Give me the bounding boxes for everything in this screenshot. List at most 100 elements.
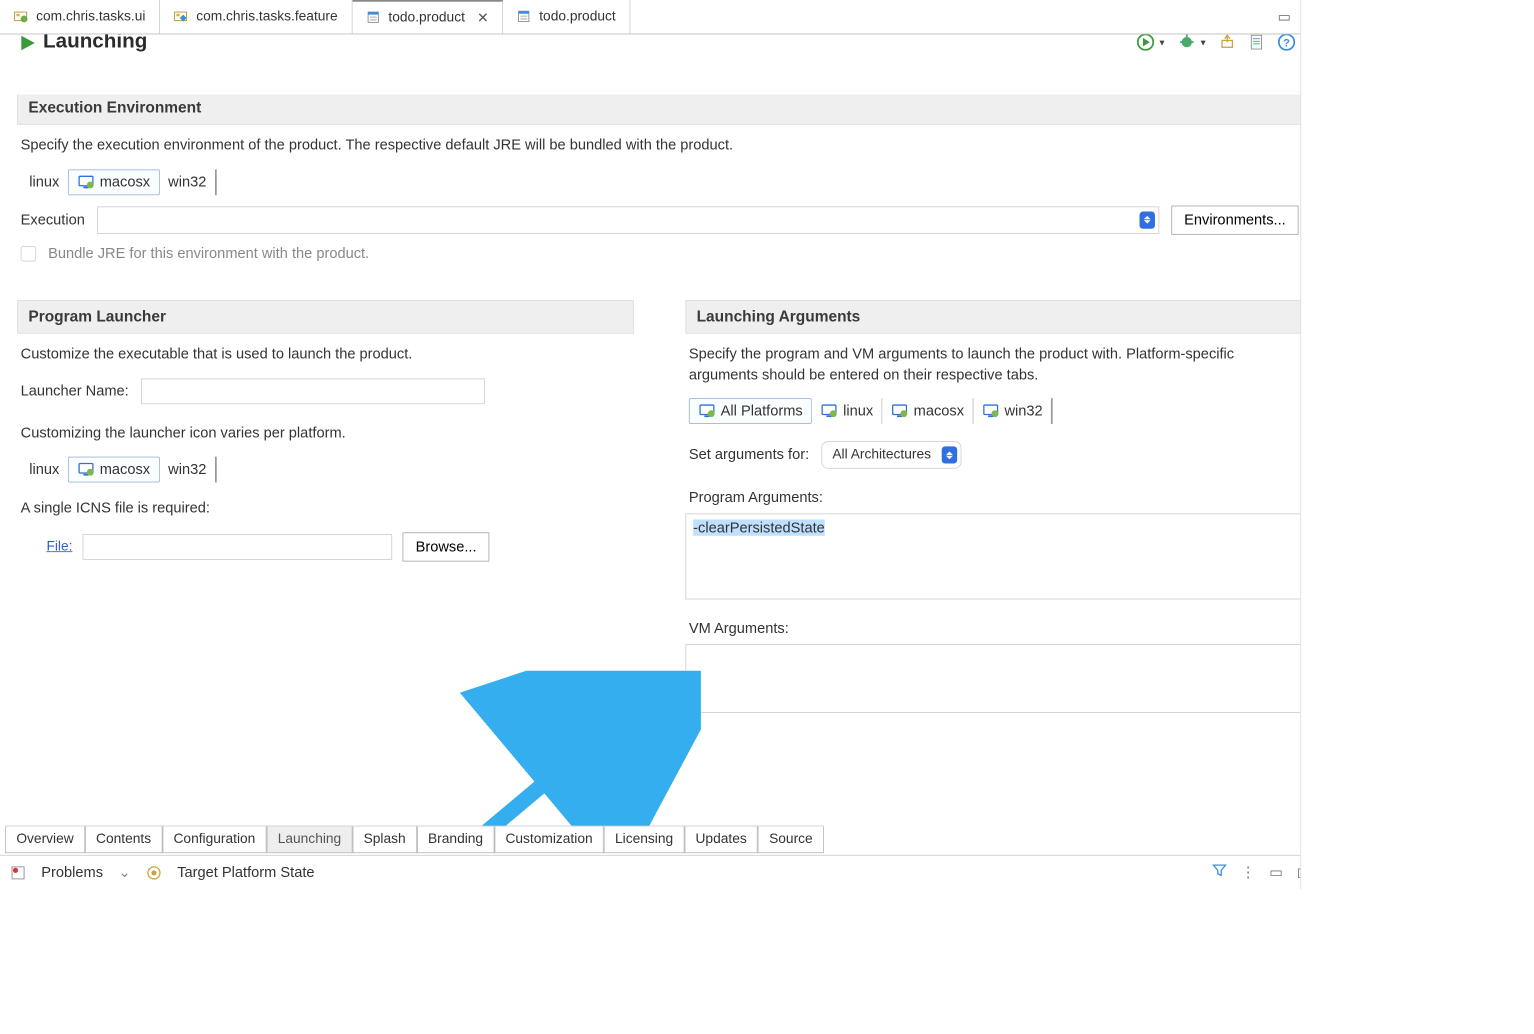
editor-tab-label: todo.product: [539, 9, 615, 24]
minimize-icon[interactable]: ▭: [1278, 8, 1291, 25]
tab-configuration[interactable]: Configuration: [162, 826, 266, 853]
os-tab-macosx[interactable]: macosx: [68, 169, 160, 195]
plugin-icon: [14, 9, 29, 24]
os-tab-macosx[interactable]: macosx: [68, 457, 160, 483]
close-icon[interactable]: ✕: [477, 9, 489, 26]
program-args-textarea[interactable]: -clearPersistedState: [685, 514, 1302, 600]
tab-customization[interactable]: Customization: [494, 826, 604, 853]
target-icon: [146, 865, 161, 880]
tab-licensing[interactable]: Licensing: [604, 826, 685, 853]
platform-tab-label: linux: [843, 403, 873, 420]
monitor-icon: [821, 404, 838, 419]
platform-tab-label: All Platforms: [721, 403, 803, 420]
monitor-icon: [698, 404, 715, 419]
vm-args-textarea[interactable]: [685, 644, 1302, 713]
execution-combo[interactable]: [97, 206, 1159, 234]
editor-tab-ui[interactable]: com.chris.tasks.ui: [0, 0, 160, 34]
tab-launching[interactable]: Launching: [267, 826, 353, 853]
page-toolbar: ▼ ▼: [1137, 34, 1302, 52]
platform-tab-all[interactable]: All Platforms: [689, 399, 812, 425]
os-tab-label: macosx: [100, 461, 150, 478]
tab-source[interactable]: Source: [758, 826, 824, 853]
product-icon: [366, 10, 381, 25]
run-button[interactable]: [1137, 34, 1154, 52]
view-menu-icon[interactable]: ⋮: [1241, 864, 1256, 881]
launcher-icon-note: Customizing the launcher icon varies per…: [21, 423, 631, 443]
vm-args-label: VM Arguments:: [689, 620, 1299, 637]
tab-overview[interactable]: Overview: [5, 826, 85, 853]
views-bar: Problems ⌄ Target Platform State ⋮ ▭ ◻: [0, 855, 1319, 889]
editor-tab-bar: com.chris.tasks.ui com.chris.tasks.featu…: [0, 0, 1319, 34]
os-tab-label: linux: [29, 461, 59, 478]
right-gutter: [1300, 0, 1319, 889]
help-button[interactable]: [1278, 34, 1295, 52]
launcher-desc: Customize the executable that is used to…: [21, 344, 631, 364]
os-tab-label: linux: [29, 174, 59, 191]
debug-button[interactable]: [1178, 34, 1195, 52]
execution-label: Execution: [21, 211, 85, 228]
platform-tab-win32[interactable]: win32: [973, 399, 1052, 425]
bundle-jre-checkbox[interactable]: [21, 246, 36, 261]
editor-content: Launching ▼ ▼ Execution Environment Spec…: [0, 34, 1319, 834]
editor-tab-product-active[interactable]: todo.product ✕: [352, 0, 503, 34]
exec-env-desc: Specify the execution environment of the…: [21, 135, 1299, 155]
architecture-select[interactable]: All Architectures: [821, 442, 961, 470]
tab-contents[interactable]: Contents: [85, 826, 162, 853]
program-args-label: Program Arguments:: [689, 490, 1299, 507]
args-desc: Specify the program and VM arguments to …: [689, 344, 1299, 385]
os-tab-linux[interactable]: linux: [21, 457, 68, 483]
args-platform-tabs: All Platforms linux macosx win32: [689, 399, 1302, 425]
product-icon: [517, 9, 532, 24]
export-button[interactable]: [1219, 34, 1236, 52]
editor-tab-label: com.chris.tasks.feature: [196, 9, 337, 24]
program-args-value: -clearPersistedState: [693, 520, 825, 536]
view-target-platform[interactable]: Target Platform State: [177, 864, 314, 881]
tab-updates[interactable]: Updates: [684, 826, 758, 853]
icns-file-input[interactable]: [83, 534, 393, 560]
icns-note: A single ICNS file is required:: [21, 498, 631, 518]
set-args-label: Set arguments for:: [689, 447, 809, 464]
chevron-down-icon[interactable]: ⌄: [119, 864, 131, 881]
args-header: Launching Arguments: [685, 300, 1302, 334]
view-problems[interactable]: Problems: [41, 864, 103, 881]
os-tab-linux[interactable]: linux: [21, 169, 68, 195]
file-link[interactable]: File:: [46, 539, 72, 554]
dropdown-caret-icon[interactable]: ▼: [1158, 38, 1167, 47]
exec-env-header: Execution Environment: [17, 91, 1302, 125]
launcher-name-label: Launcher Name:: [21, 382, 129, 399]
feature-icon: [174, 9, 189, 24]
minimize-icon[interactable]: ▭: [1269, 864, 1283, 881]
editor-tab-feature[interactable]: com.chris.tasks.feature: [160, 0, 352, 34]
architecture-selected: All Architectures: [832, 448, 931, 463]
exec-env-os-tabs: linux macosx win32: [21, 169, 1302, 195]
platform-tab-macosx[interactable]: macosx: [883, 399, 974, 425]
os-tab-label: win32: [168, 461, 206, 478]
environments-button[interactable]: Environments...: [1171, 205, 1298, 234]
platform-tab-linux[interactable]: linux: [812, 399, 882, 425]
monitor-icon: [891, 404, 908, 419]
launcher-name-input[interactable]: [141, 378, 485, 404]
monitor-icon: [982, 404, 999, 419]
editor-tab-label: todo.product: [388, 10, 464, 25]
platform-tab-label: macosx: [914, 403, 964, 420]
filter-button[interactable]: [1212, 863, 1227, 883]
editor-tab-product[interactable]: todo.product: [503, 0, 630, 34]
tab-branding[interactable]: Branding: [417, 826, 494, 853]
dropdown-caret-icon[interactable]: ▼: [1199, 38, 1208, 47]
bundle-jre-label: Bundle JRE for this environment with the…: [48, 245, 369, 262]
doc-button[interactable]: [1249, 34, 1266, 52]
launcher-header: Program Launcher: [17, 300, 634, 334]
os-tab-win32[interactable]: win32: [160, 457, 217, 483]
monitor-icon: [77, 462, 94, 477]
platform-tab-label: win32: [1004, 403, 1042, 420]
os-tab-label: macosx: [100, 174, 150, 191]
monitor-icon: [77, 174, 94, 189]
os-tab-label: win32: [168, 174, 206, 191]
page-title: Launching: [43, 34, 147, 53]
browse-button[interactable]: Browse...: [403, 533, 490, 562]
os-tab-win32[interactable]: win32: [160, 169, 217, 195]
launcher-os-tabs: linux macosx win32: [21, 457, 634, 483]
tab-splash[interactable]: Splash: [352, 826, 416, 853]
editor-tab-label: com.chris.tasks.ui: [36, 9, 145, 24]
editor-bottom-tabs: Overview Contents Configuration Launchin…: [5, 826, 824, 854]
